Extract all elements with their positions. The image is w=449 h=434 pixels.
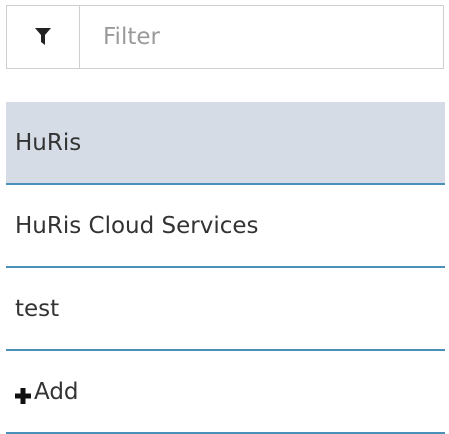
filter-box	[6, 5, 444, 69]
add-button-label: Add	[34, 378, 79, 405]
list-item-label: HuRis Cloud Services	[15, 212, 259, 239]
list-item-label: test	[15, 295, 60, 322]
plus-icon	[15, 384, 31, 404]
item-list: HuRis HuRis Cloud Services test Add	[6, 102, 445, 434]
filter-input[interactable]	[80, 6, 443, 68]
list-item-huris[interactable]: HuRis	[6, 102, 445, 185]
list-item-label: HuRis	[15, 129, 82, 156]
list-item-test[interactable]: test	[6, 268, 445, 351]
list-item-huris-cloud-services[interactable]: HuRis Cloud Services	[6, 185, 445, 268]
filter-icon	[7, 6, 80, 68]
add-button[interactable]: Add	[6, 351, 445, 434]
